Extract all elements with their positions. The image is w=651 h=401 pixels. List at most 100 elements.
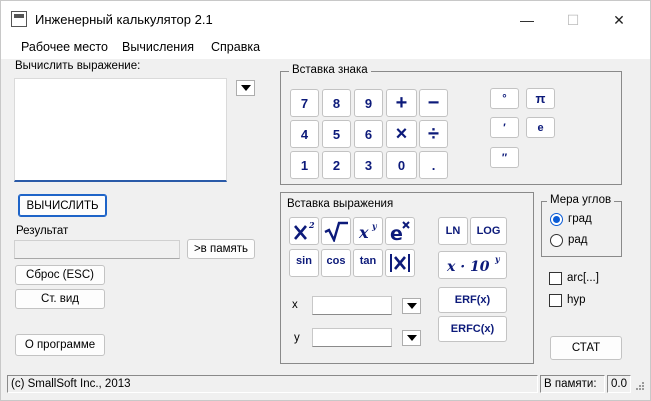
hyp-checkbox[interactable] [549, 294, 562, 307]
ln-button[interactable]: LN [438, 217, 468, 245]
key-4[interactable]: 4 [290, 120, 319, 148]
stat-button[interactable]: СТАТ [550, 336, 622, 360]
sign-insert-title: Вставка знака [289, 64, 371, 76]
minimize-button[interactable]: — [504, 1, 550, 39]
y-label: y [294, 332, 300, 344]
key-multiply[interactable]: × [386, 120, 417, 148]
key-0[interactable]: 0 [386, 151, 417, 179]
double-prime-icon: ″ [501, 151, 508, 164]
compute-button[interactable]: ВЫЧИСЛИТЬ [18, 194, 107, 217]
key-arcminute[interactable]: ′ [490, 117, 519, 138]
prime-icon: ′ [503, 121, 506, 134]
x-times-ten-power-y-icon: x · 10 y [446, 254, 501, 275]
chevron-down-icon [406, 335, 417, 341]
power-y-button[interactable]: xy [353, 217, 383, 245]
degrees-radio[interactable] [550, 213, 563, 226]
close-icon: ✕ [613, 11, 625, 28]
radians-radio[interactable] [550, 234, 563, 247]
erf-button[interactable]: ERF(x) [438, 287, 507, 313]
tan-button[interactable]: tan [353, 249, 383, 277]
memory-label: В памяти: [540, 375, 605, 393]
key-5[interactable]: 5 [322, 120, 351, 148]
main-window: Инженерный калькулятор 2.1 — ☐ ✕ Рабочее… [0, 0, 651, 401]
erfc-button[interactable]: ERFC(x) [438, 316, 507, 342]
key-minus[interactable]: − [419, 89, 448, 117]
y-input[interactable] [312, 328, 392, 347]
pi-icon: π [535, 91, 546, 106]
x-label: x [292, 299, 298, 311]
status-bar: (c) SmallSoft Inc., 2013 В памяти: 0.0 [7, 375, 645, 393]
arc-checkbox[interactable] [549, 272, 562, 285]
scientific-notation-button[interactable]: x · 10 y [438, 251, 507, 279]
sqrt-button[interactable] [321, 217, 351, 245]
svg-text:y: y [494, 254, 501, 264]
expression-input[interactable] [14, 78, 227, 182]
key-8[interactable]: 8 [322, 89, 351, 117]
x-input[interactable] [312, 296, 392, 315]
minus-icon: − [427, 91, 440, 114]
result-field[interactable] [14, 240, 180, 259]
close-button[interactable]: ✕ [596, 1, 642, 39]
degrees-label: град [568, 213, 592, 225]
to-memory-button[interactable]: >в память [187, 239, 255, 259]
svg-text:x: x [358, 223, 369, 242]
expression-label: Вычислить выражение: [15, 60, 141, 72]
svg-text:x · 10: x · 10 [446, 259, 490, 275]
sin-button[interactable]: sin [289, 249, 319, 277]
radians-label: рад [568, 234, 588, 246]
abs-button[interactable] [385, 249, 415, 277]
cos-button[interactable]: cos [321, 249, 351, 277]
key-7[interactable]: 7 [290, 89, 319, 117]
x-power-y-icon: xy [358, 221, 378, 242]
svg-text:e: e [390, 223, 403, 242]
key-pi[interactable]: π [526, 88, 555, 109]
angle-measure-group [541, 201, 622, 257]
window-title: Инженерный калькулятор 2.1 [35, 12, 213, 27]
log-button[interactable]: LOG [470, 217, 507, 245]
key-9[interactable]: 9 [354, 89, 383, 117]
minimize-icon: — [520, 12, 534, 28]
divide-icon: ÷ [428, 122, 439, 145]
key-arcsecond[interactable]: ″ [490, 147, 519, 168]
result-label: Результат [16, 225, 69, 237]
menu-calculations[interactable]: Вычисления [122, 40, 194, 54]
svg-text:2: 2 [308, 220, 315, 230]
svg-text:y: y [371, 221, 378, 231]
key-3[interactable]: 3 [354, 151, 383, 179]
multiply-icon: × [395, 122, 408, 145]
reset-button[interactable]: Сброс (ESC) [15, 265, 105, 285]
standard-view-button[interactable]: Ст. вид [15, 289, 105, 309]
power2-button[interactable]: 2 [289, 217, 319, 245]
x-dropdown[interactable] [402, 298, 421, 314]
chevron-down-icon [240, 85, 251, 91]
key-2[interactable]: 2 [322, 151, 351, 179]
key-1[interactable]: 1 [290, 151, 319, 179]
key-plus[interactable]: + [386, 89, 417, 117]
maximize-button[interactable]: ☐ [550, 1, 596, 39]
absolute-value-icon [390, 254, 410, 272]
key-degree[interactable]: ° [490, 88, 519, 109]
e-power-x-icon: e [390, 221, 410, 242]
key-e[interactable]: e [526, 117, 555, 138]
chevron-down-icon [406, 303, 417, 309]
square-power-icon: 2 [294, 220, 315, 240]
expression-history-dropdown[interactable] [236, 80, 255, 96]
menu-bar: Рабочее место Вычисления Справка [1, 39, 650, 59]
menu-help[interactable]: Справка [211, 40, 260, 54]
plus-icon: + [395, 91, 408, 114]
key-divide[interactable]: ÷ [419, 120, 448, 148]
menu-workspace[interactable]: Рабочее место [21, 40, 108, 54]
expression-insert-title: Вставка выражения [284, 198, 397, 210]
app-icon [11, 11, 27, 27]
key-decimal[interactable]: . [419, 151, 448, 179]
square-root-icon [324, 221, 348, 242]
exp-button[interactable]: e [385, 217, 415, 245]
arc-label: arc[...] [567, 272, 599, 284]
title-bar: Инженерный калькулятор 2.1 — ☐ ✕ [1, 1, 650, 39]
angle-measure-title: Мера углов [547, 194, 615, 206]
resize-grip-icon[interactable] [635, 379, 645, 391]
about-button[interactable]: О программе [15, 334, 105, 356]
key-6[interactable]: 6 [354, 120, 383, 148]
maximize-icon: ☐ [566, 11, 580, 28]
y-dropdown[interactable] [402, 330, 421, 346]
